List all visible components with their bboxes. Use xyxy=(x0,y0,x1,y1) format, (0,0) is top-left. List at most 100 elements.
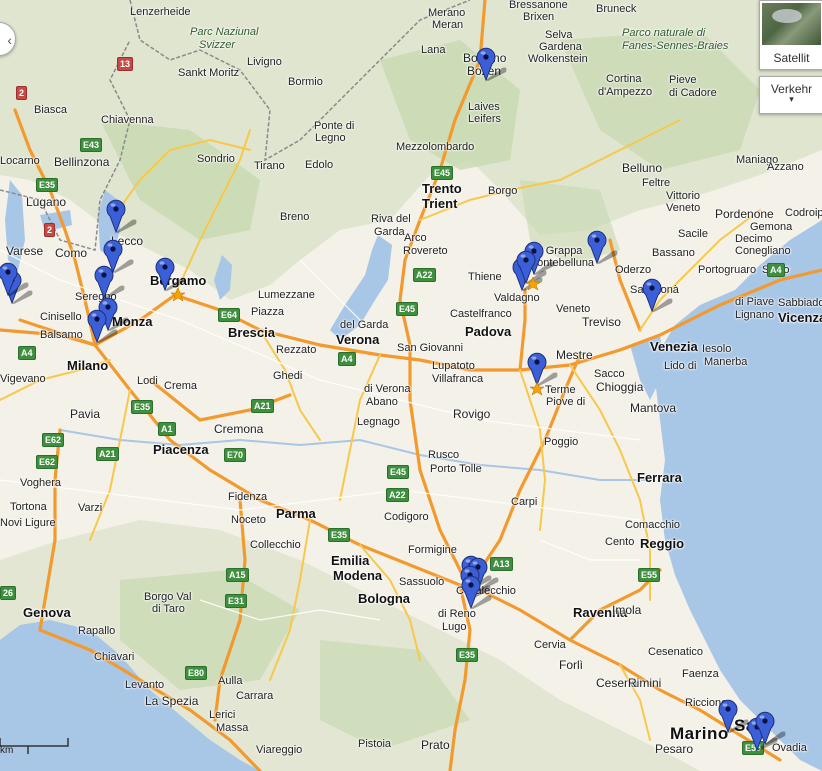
place-label: Carpi xyxy=(511,496,538,508)
place-label: Bologna xyxy=(358,591,410,606)
map-pin-marker[interactable] xyxy=(87,308,127,344)
place-label: Codigoro xyxy=(384,511,429,523)
road-shield: E45 xyxy=(431,166,454,180)
caret-down-icon: ▾ xyxy=(789,94,794,104)
road-shield: 26 xyxy=(0,586,17,600)
road-shield: A4 xyxy=(338,352,356,366)
map-pin-marker[interactable] xyxy=(0,261,38,297)
place-label: Emilia xyxy=(331,553,370,568)
place-label: Como xyxy=(55,246,88,260)
place-label: Brixen xyxy=(523,11,555,23)
road-shield: E31 xyxy=(225,594,248,608)
place-label: Sassuolo xyxy=(399,576,445,588)
road-shield: A22 xyxy=(413,268,436,282)
map-pin-marker[interactable] xyxy=(527,351,567,387)
road-shield: 2 xyxy=(44,223,56,237)
place-label: Parma xyxy=(276,506,316,521)
place-label: di Reno xyxy=(438,608,476,620)
map-pin-marker[interactable] xyxy=(476,46,516,82)
place-label: Rovigo xyxy=(453,407,491,421)
road-shield: A22 xyxy=(386,488,409,502)
map-pin-marker[interactable] xyxy=(755,710,795,746)
place-label: Pesaro xyxy=(655,742,694,756)
place-label: Garda xyxy=(374,226,405,238)
place-label: Padova xyxy=(465,324,512,339)
place-label: Pavia xyxy=(70,407,101,421)
place-label: Treviso xyxy=(582,315,621,329)
traffic-dropdown-button[interactable]: Verkehr ▾ xyxy=(759,76,822,114)
place-label: Trient xyxy=(422,196,458,211)
place-label: d'Ampezzo xyxy=(598,86,653,98)
place-label: Voghera xyxy=(20,477,61,489)
chevron-left-icon: ‹ xyxy=(7,32,12,48)
place-label: Mantova xyxy=(630,401,677,415)
place-label: Collecchio xyxy=(250,539,301,551)
place-label: Poggio xyxy=(544,436,579,448)
place-label: Lignano xyxy=(735,309,775,321)
map-pin-marker[interactable] xyxy=(461,574,501,610)
place-label: Valdagno xyxy=(494,292,540,304)
place-label: Imola xyxy=(612,603,642,617)
place-label: Parc Naziunal xyxy=(190,26,259,38)
place-label: del Garda xyxy=(340,319,389,331)
map-viewport[interactable]: Lenzerheide Parc Naziunal Svizzer Sankt Mor… xyxy=(0,0,822,771)
road-shield: 13 xyxy=(117,57,134,71)
place-label: Abano xyxy=(366,396,398,408)
place-label: Reggio xyxy=(640,536,685,551)
place-label: Bruneck xyxy=(596,3,637,15)
place-label: Rovereto xyxy=(403,245,448,257)
road-shield: A1 xyxy=(158,422,176,436)
place-label: Mezzolombardo xyxy=(396,141,475,153)
place-label: Riva del xyxy=(371,213,411,225)
road-shield: E70 xyxy=(224,448,247,462)
place-label: Bellinzona xyxy=(54,155,110,169)
place-label: Piazza xyxy=(251,306,285,318)
place-label: Chioggia xyxy=(596,380,644,394)
place-label: Cremona xyxy=(214,422,264,436)
road-shield: E80 xyxy=(185,666,208,680)
place-label: Pistoia xyxy=(358,738,392,750)
place-label: Borgo xyxy=(488,185,518,197)
place-label: Locarno xyxy=(0,155,40,167)
road-shield: E45 xyxy=(387,465,410,479)
place-label: Leifers xyxy=(468,113,502,125)
place-label: Codroipo xyxy=(785,207,822,219)
place-label: Bormio xyxy=(288,76,323,88)
place-label: Brescia xyxy=(228,325,275,340)
place-label: Modena xyxy=(333,568,383,583)
place-label: di Taro xyxy=(152,603,185,615)
place-label: Novi Ligure xyxy=(0,517,56,529)
place-label: Sacco xyxy=(594,368,625,380)
scale-unit-label: km xyxy=(0,745,14,756)
road-shield: A21 xyxy=(96,447,119,461)
map-pin-marker[interactable] xyxy=(587,229,627,265)
place-label: Conegliano xyxy=(735,245,791,257)
place-label: Svizzer xyxy=(199,39,236,51)
map-pin-marker[interactable] xyxy=(155,256,195,292)
map-pin-marker[interactable] xyxy=(94,264,134,300)
place-label: Manerba xyxy=(704,356,748,368)
place-label: Rapallo xyxy=(78,625,116,637)
satellite-toggle-button[interactable]: Satellit xyxy=(759,0,822,70)
place-label: Lodi xyxy=(137,375,158,387)
place-label: Sacile xyxy=(678,228,708,240)
road-shield: E43 xyxy=(80,138,103,152)
place-label: Vittorio xyxy=(666,190,701,202)
road-shield: A4 xyxy=(18,346,36,360)
place-label: Meran xyxy=(432,19,464,31)
place-label: Viareggio xyxy=(256,744,303,756)
place-label: Laives xyxy=(468,101,500,113)
road-shield: E62 xyxy=(42,433,65,447)
place-label: Azzano xyxy=(767,161,804,173)
place-label: Noceto xyxy=(231,514,266,526)
place-label: Rimini xyxy=(628,676,662,690)
place-label: Cervia xyxy=(534,639,566,651)
satellite-thumbnail xyxy=(762,3,821,45)
map-pin-marker[interactable] xyxy=(642,277,682,313)
place-label: Fidenza xyxy=(228,491,268,503)
map-pin-marker[interactable] xyxy=(106,198,146,234)
place-label: Vigevano xyxy=(0,373,46,385)
place-label: Pieve xyxy=(669,74,697,86)
place-label: Legnago xyxy=(357,416,400,428)
map-pin-marker[interactable] xyxy=(516,249,556,285)
